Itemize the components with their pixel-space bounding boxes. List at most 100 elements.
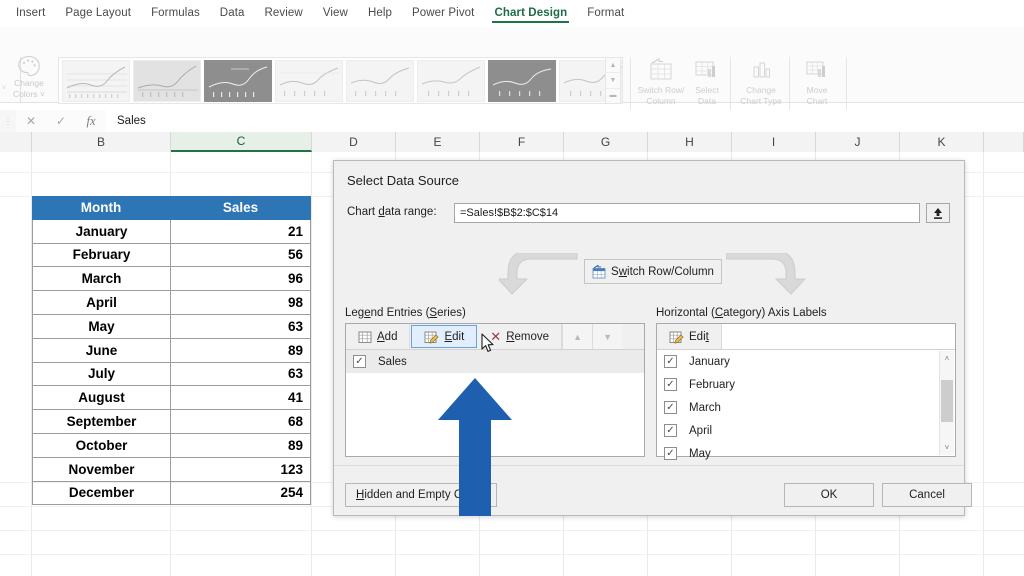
formula-cancel-icon[interactable]: ✕ <box>16 110 46 132</box>
change-chart-type-ribbon-button[interactable]: Change Chart Type <box>733 57 789 107</box>
gallery-scroll-up-icon[interactable]: ▲ <box>606 58 620 73</box>
cell-month[interactable]: December <box>32 482 170 506</box>
scroll-down-icon[interactable]: ˅ <box>940 440 954 455</box>
axis-label-checkbox[interactable]: ✓ <box>664 401 677 414</box>
switch-row-column-ribbon-button[interactable]: Switch Row/ Column <box>636 57 686 107</box>
cell-sales[interactable]: 123 <box>170 458 311 482</box>
cell-sales[interactable]: 89 <box>170 434 311 458</box>
ribbon-tab-page-layout[interactable]: Page Layout <box>55 3 141 24</box>
table-row[interactable]: November 123 <box>32 458 311 482</box>
ribbon-tab-insert[interactable]: Insert <box>6 3 55 24</box>
switch-row-column-button[interactable]: Switch Row/Column <box>584 259 722 284</box>
cell-month[interactable]: April <box>32 291 170 315</box>
cell-sales[interactable]: 254 <box>170 482 311 506</box>
cell-month[interactable]: February <box>32 244 170 268</box>
table-row[interactable]: June 89 <box>32 339 311 363</box>
table-row[interactable]: February 56 <box>32 244 311 268</box>
add-series-button[interactable]: Add <box>346 324 410 349</box>
table-row[interactable]: May 63 <box>32 315 311 339</box>
ribbon-tab-help[interactable]: Help <box>358 3 402 24</box>
formula-input[interactable]: Sales <box>106 110 1024 132</box>
axis-label-item[interactable]: ✓ March <box>657 396 955 419</box>
select-data-ribbon-button[interactable]: Select Data <box>682 57 732 107</box>
gallery-scroll-buttons[interactable]: ▲ ▼ ▬ <box>605 57 621 104</box>
column-header-a-partial[interactable] <box>0 132 32 152</box>
column-header-k[interactable]: K <box>900 132 984 152</box>
ok-button[interactable]: OK <box>784 483 874 507</box>
edit-series-button[interactable]: Edit <box>411 325 477 348</box>
axis-label-item[interactable]: ✓ January <box>657 350 955 373</box>
formula-confirm-icon[interactable]: ✓ <box>46 110 76 132</box>
cell-sales[interactable]: 96 <box>170 267 311 291</box>
cancel-button[interactable]: Cancel <box>882 483 972 507</box>
axis-label-checkbox[interactable]: ✓ <box>664 447 677 460</box>
cell-month[interactable]: August <box>32 386 170 410</box>
chart-style-thumb-1[interactable] <box>62 60 130 102</box>
cell-month[interactable]: July <box>32 363 170 387</box>
column-header-i[interactable]: I <box>732 132 816 152</box>
chart-data-range-input[interactable]: =Sales!$B$2:$C$14 <box>454 203 920 223</box>
axis-label-checkbox[interactable]: ✓ <box>664 424 677 437</box>
cell-sales[interactable]: 89 <box>170 339 311 363</box>
gallery-more-icon[interactable]: ▬ <box>606 89 620 103</box>
column-header-l-partial[interactable] <box>984 132 1024 152</box>
legend-series-checkbox[interactable]: ✓ <box>353 355 366 368</box>
column-header-j[interactable]: J <box>816 132 900 152</box>
cell-month[interactable]: September <box>32 410 170 434</box>
change-colors-button[interactable]: Change Colors ˅ <box>5 55 53 103</box>
chart-style-thumb-7[interactable] <box>488 60 556 102</box>
scrollbar-track[interactable] <box>940 366 954 440</box>
move-series-up-button[interactable]: ▲ <box>562 324 592 349</box>
range-collapse-button[interactable] <box>926 203 950 223</box>
chart-styles-gallery[interactable] <box>58 57 623 104</box>
ribbon-tab-power-pivot[interactable]: Power Pivot <box>402 3 484 24</box>
scroll-up-icon[interactable]: ˄ <box>940 351 954 366</box>
cell-sales[interactable]: 21 <box>170 220 311 244</box>
ribbon-tab-chart-design[interactable]: Chart Design <box>484 3 577 24</box>
ribbon-tab-formulas[interactable]: Formulas <box>141 3 210 24</box>
cell-sales[interactable]: 63 <box>170 315 311 339</box>
table-row[interactable]: October 89 <box>32 434 311 458</box>
table-row[interactable]: December 254 <box>32 482 311 506</box>
column-header-g[interactable]: G <box>564 132 648 152</box>
cell-sales[interactable]: 56 <box>170 244 311 268</box>
chart-style-thumb-4[interactable] <box>275 60 343 102</box>
ribbon-tab-data[interactable]: Data <box>210 3 255 24</box>
cell-sales[interactable]: 98 <box>170 291 311 315</box>
chart-style-thumb-5[interactable] <box>346 60 414 102</box>
cell-month[interactable]: November <box>32 458 170 482</box>
edit-axis-button[interactable]: Edit <box>657 324 722 349</box>
chart-style-thumb-3[interactable] <box>204 60 272 102</box>
axis-label-checkbox[interactable]: ✓ <box>664 378 677 391</box>
ribbon-tab-review[interactable]: Review <box>255 3 313 24</box>
chart-style-thumb-6[interactable] <box>417 60 485 102</box>
move-chart-ribbon-button[interactable]: Move Chart <box>791 57 843 107</box>
cell-month[interactable]: March <box>32 267 170 291</box>
column-header-e[interactable]: E <box>396 132 480 152</box>
column-header-h[interactable]: H <box>648 132 732 152</box>
table-row[interactable]: January 21 <box>32 220 311 244</box>
column-header-f[interactable]: F <box>480 132 564 152</box>
cell-month[interactable]: June <box>32 339 170 363</box>
column-header-c[interactable]: C <box>171 132 312 152</box>
table-row[interactable]: April 98 <box>32 291 311 315</box>
table-row[interactable]: September 68 <box>32 410 311 434</box>
axis-label-item[interactable]: ✓ April <box>657 419 955 442</box>
cell-month[interactable]: May <box>32 315 170 339</box>
ribbon-tab-format[interactable]: Format <box>577 3 634 24</box>
column-header-b[interactable]: B <box>32 132 171 152</box>
column-header-d[interactable]: D <box>312 132 396 152</box>
ribbon-tab-view[interactable]: View <box>313 3 358 24</box>
move-series-down-button[interactable]: ▼ <box>592 324 622 349</box>
table-row[interactable]: August 41 <box>32 386 311 410</box>
axis-label-checkbox[interactable]: ✓ <box>664 355 677 368</box>
insert-function-icon[interactable]: fx <box>76 110 106 132</box>
chart-style-thumb-2[interactable] <box>133 60 201 102</box>
cell-sales[interactable]: 63 <box>170 363 311 387</box>
cell-month[interactable]: October <box>32 434 170 458</box>
table-row[interactable]: July 63 <box>32 363 311 387</box>
scrollbar-thumb[interactable] <box>941 380 953 422</box>
legend-series-item-sales[interactable]: ✓ Sales <box>346 350 644 373</box>
cell-month[interactable]: January <box>32 220 170 244</box>
axis-labels-scrollbar[interactable]: ˄ ˅ <box>939 351 954 455</box>
